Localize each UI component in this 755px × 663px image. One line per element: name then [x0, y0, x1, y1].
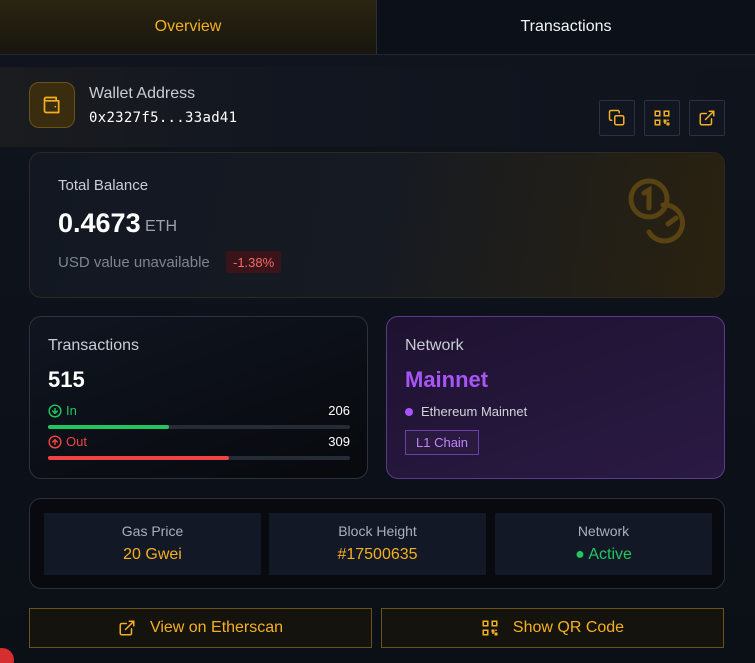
wallet-icon [29, 82, 75, 128]
overview-panel: Wallet Address 0x2327f5...33ad41 Total B… [0, 55, 755, 663]
incoming-bar [48, 425, 350, 429]
stat-network-status: Network ● Active [495, 513, 712, 575]
network-card: Network Mainnet Ethereum Mainnet L1 Chai… [386, 316, 725, 479]
stat-value: #17500635 [337, 546, 418, 563]
wallet-label: Wallet Address [89, 85, 196, 102]
balance-unit: ETH [145, 218, 177, 235]
transactions-label: Transactions [48, 337, 139, 354]
arrow-down-circle-icon [48, 403, 62, 418]
external-link-icon [699, 110, 715, 126]
view-on-etherscan-label: View on Etherscan [149, 619, 284, 636]
stats-card: Gas Price 20 Gwei Block Height #17500635… [29, 498, 725, 589]
stat-label: Network [577, 523, 630, 539]
outgoing-bar [48, 456, 350, 460]
incoming-label: In [66, 403, 77, 418]
outgoing-count: 309 [328, 434, 350, 449]
tab-overview[interactable]: Overview [0, 0, 377, 54]
stat-value: 20 Gwei [123, 546, 182, 563]
copy-icon [608, 109, 625, 126]
tab-bar: Overview Transactions [0, 0, 755, 55]
stat-block-height: Block Height #17500635 [269, 513, 486, 575]
show-qr-code-button[interactable]: Show QR Code [381, 608, 724, 648]
view-on-etherscan-button[interactable]: View on Etherscan [29, 608, 372, 648]
arrow-up-circle-icon [48, 434, 62, 449]
stat-gas-price: Gas Price 20 Gwei [44, 513, 261, 575]
tab-transactions[interactable]: Transactions [377, 0, 755, 54]
incoming-bar-fill [48, 425, 169, 429]
balance-change-badge: -1.38% [226, 251, 282, 273]
qr-code-button[interactable] [644, 100, 680, 136]
network-name: Mainnet [405, 367, 489, 392]
show-qr-code-label: Show QR Code [512, 619, 625, 636]
open-explorer-button[interactable] [689, 100, 725, 136]
wallet-header: Wallet Address 0x2327f5...33ad41 [0, 67, 755, 147]
outgoing-row: Out 309 [48, 434, 350, 452]
qr-code-icon [654, 110, 670, 126]
network-chain: Ethereum Mainnet [405, 404, 527, 419]
incoming-row: In 206 [48, 403, 350, 421]
balance-card: Total Balance 0.4673 ETH USD value unava… [29, 152, 725, 298]
balance-value: 0.4673 [58, 208, 141, 238]
coins-icon [628, 178, 685, 244]
network-dot-icon [405, 407, 413, 416]
external-link-icon [119, 620, 135, 636]
network-chain-label: Ethereum Mainnet [421, 404, 528, 419]
transactions-total: 515 [48, 367, 85, 392]
network-badge: L1 Chain [405, 430, 480, 455]
incoming-count: 206 [328, 403, 350, 418]
stat-label: Gas Price [121, 523, 184, 539]
balance-usd: USD value unavailable [58, 254, 210, 271]
transactions-card: Transactions 515 In 206 Out 309 [29, 316, 368, 479]
stat-value: ● Active [575, 546, 632, 563]
wallet-address: 0x2327f5...33ad41 [89, 110, 238, 126]
balance-label: Total Balance [58, 177, 149, 194]
copy-address-button[interactable] [599, 100, 635, 136]
outgoing-bar-fill [48, 456, 230, 460]
stat-label: Block Height [338, 523, 417, 539]
qr-code-icon [482, 620, 498, 636]
network-label: Network [405, 337, 464, 354]
outgoing-label: Out [66, 434, 87, 449]
